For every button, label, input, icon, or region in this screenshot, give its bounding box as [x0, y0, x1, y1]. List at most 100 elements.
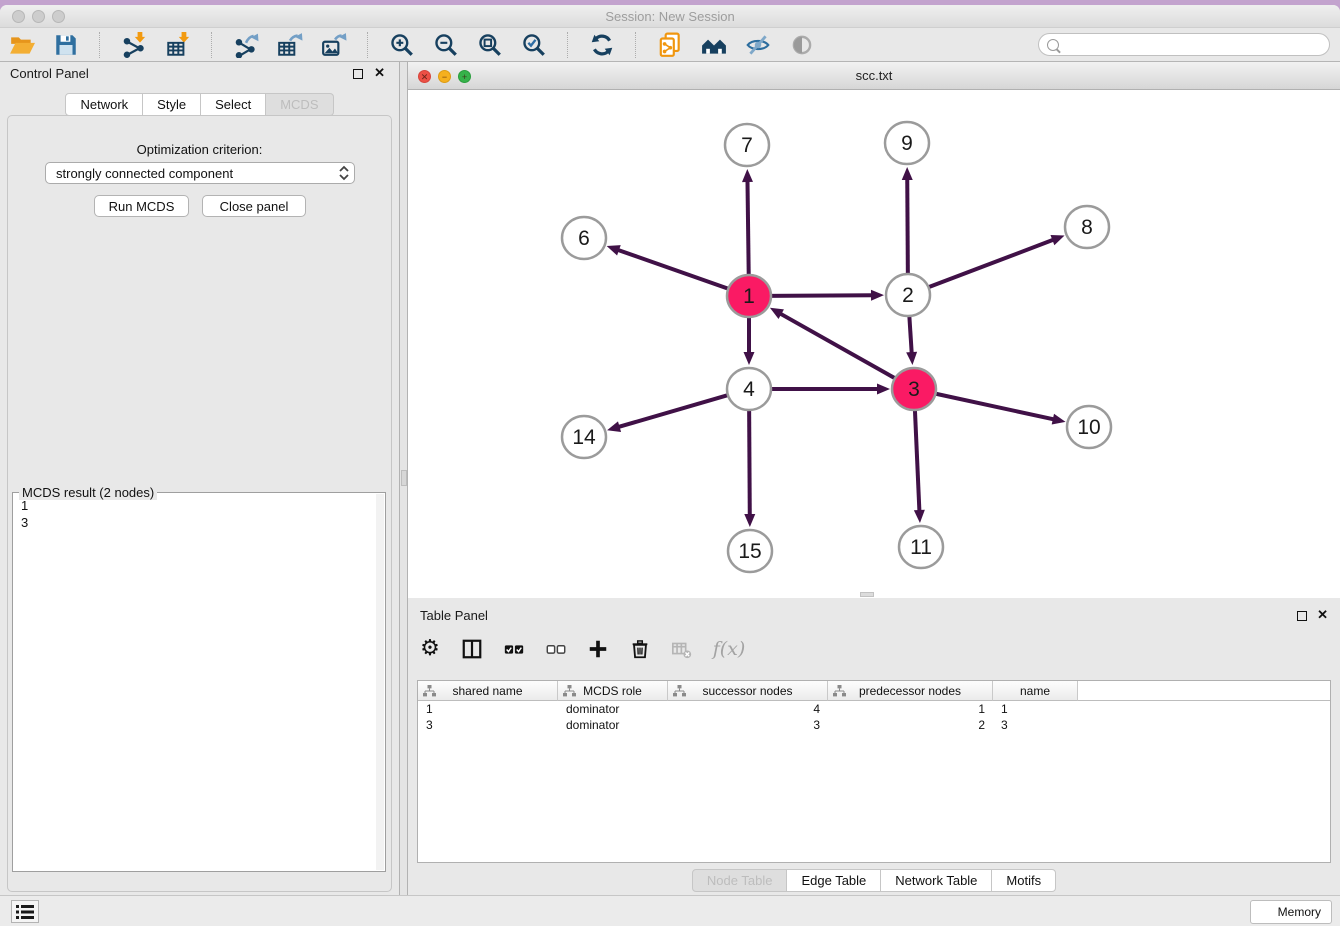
tab-network-table[interactable]: Network Table — [881, 869, 992, 892]
zoom-in-icon[interactable] — [388, 31, 415, 58]
control-panel: Control Panel ✕ Network Style Select MCD… — [0, 62, 400, 895]
cell-successor-nodes[interactable]: 3 — [668, 717, 828, 733]
graph-edge-2-3[interactable] — [906, 315, 917, 365]
graph-edge-3-10[interactable] — [934, 393, 1066, 424]
column-header-successor-nodes[interactable]: successor nodes — [668, 681, 828, 701]
graph-node-7[interactable]: 7 — [725, 124, 769, 166]
canvas-resize-grip[interactable] — [860, 592, 874, 597]
delete-table-icon — [670, 637, 694, 661]
cell-shared-name[interactable]: 1 — [418, 701, 558, 717]
zoom-fit-icon[interactable] — [476, 31, 503, 58]
tab-network[interactable]: Network — [65, 93, 143, 116]
graph-edge-1-6[interactable] — [607, 245, 730, 289]
column-header-predecessor-nodes[interactable]: predecessor nodes — [828, 681, 993, 701]
open-session-icon[interactable] — [8, 31, 35, 58]
close-panel-button[interactable]: Close panel — [202, 195, 306, 217]
tab-select[interactable]: Select — [201, 93, 266, 116]
cell-mcds-role[interactable]: dominator — [558, 701, 668, 717]
svg-text:15: 15 — [738, 540, 761, 563]
graph-node-15[interactable]: 15 — [728, 530, 772, 572]
zoom-selected-icon[interactable] — [520, 31, 547, 58]
clone-network-icon[interactable] — [656, 31, 683, 58]
graph-node-14[interactable]: 14 — [562, 416, 606, 458]
result-scrollbar[interactable] — [376, 494, 384, 870]
float-panel-icon[interactable] — [353, 69, 363, 79]
settings-icon[interactable]: ⚙ — [418, 637, 442, 661]
network-window: ✕ − + scc.txt 1234678910111415 — [408, 62, 1340, 602]
criterion-dropdown[interactable]: strongly connected component — [45, 162, 355, 184]
cell-successor-nodes[interactable]: 4 — [668, 701, 828, 717]
tab-style[interactable]: Style — [143, 93, 201, 116]
run-mcds-button[interactable]: Run MCDS — [94, 195, 189, 217]
export-table-icon[interactable] — [276, 31, 303, 58]
graph-edge-1-2[interactable] — [769, 290, 884, 301]
graph-node-11[interactable]: 11 — [899, 526, 943, 568]
unselect-all-icon[interactable] — [544, 637, 568, 661]
graph-node-3[interactable]: 3 — [892, 368, 936, 410]
graph-edge-1-7[interactable] — [742, 169, 753, 276]
graph-node-1[interactable]: 1 — [727, 275, 771, 317]
network-canvas[interactable]: 1 2 3 4 6 7 8 9 10 11 14 15 — [408, 90, 1340, 598]
select-all-icon[interactable] — [502, 637, 526, 661]
search-input[interactable] — [1064, 38, 1321, 52]
graph-edge-3-1[interactable] — [770, 308, 897, 379]
tab-node-table[interactable]: Node Table — [692, 869, 788, 892]
import-network-icon[interactable] — [120, 31, 147, 58]
cell-predecessor-nodes[interactable]: 2 — [828, 717, 993, 733]
import-table-icon[interactable] — [164, 31, 191, 58]
cell-name[interactable]: 1 — [993, 701, 1078, 717]
table-row[interactable]: 3 dominator 3 2 3 — [418, 717, 1330, 733]
memory-status-icon — [1261, 907, 1272, 918]
svg-text:2: 2 — [902, 284, 914, 307]
graph-node-4[interactable]: 4 — [727, 368, 771, 410]
export-image-icon[interactable] — [320, 31, 347, 58]
column-header-name[interactable]: name — [993, 681, 1078, 701]
graph-node-2[interactable]: 2 — [886, 274, 930, 316]
graph-edge-4-3[interactable] — [769, 384, 890, 395]
column-header-shared-name[interactable]: shared name — [418, 681, 558, 701]
panel-splitter[interactable] — [400, 62, 408, 895]
zoom-out-icon[interactable] — [432, 31, 459, 58]
graph-edge-4-15[interactable] — [744, 409, 755, 527]
save-session-icon[interactable] — [52, 31, 79, 58]
splitter-grip[interactable] — [401, 470, 407, 486]
mcds-result-line: 3 — [21, 514, 28, 531]
node-table: shared name MCDS role successor nodes pr… — [417, 680, 1331, 863]
close-panel-icon[interactable]: ✕ — [374, 66, 385, 80]
show-all-icon[interactable] — [788, 31, 815, 58]
table-row[interactable]: 1 dominator 4 1 1 — [418, 701, 1330, 717]
cell-shared-name[interactable]: 3 — [418, 717, 558, 733]
graph-edge-3-11[interactable] — [914, 409, 925, 523]
export-network-icon[interactable] — [232, 31, 259, 58]
stepper-icon — [338, 165, 350, 181]
cell-predecessor-nodes[interactable]: 1 — [828, 701, 993, 717]
cell-mcds-role[interactable]: dominator — [558, 717, 668, 733]
task-history-button[interactable] — [11, 900, 39, 923]
first-neighbors-icon[interactable] — [700, 31, 727, 58]
delete-row-icon[interactable] — [628, 637, 652, 661]
graph-edge-2-8[interactable] — [927, 235, 1065, 288]
tab-motifs[interactable]: Motifs — [992, 869, 1056, 892]
tree-icon — [673, 685, 686, 697]
hide-selected-icon[interactable] — [744, 31, 771, 58]
graph-node-10[interactable]: 10 — [1067, 406, 1111, 448]
add-row-icon[interactable] — [586, 637, 610, 661]
memory-button[interactable]: Memory — [1250, 900, 1332, 924]
graph-node-9[interactable]: 9 — [885, 122, 929, 164]
column-header-mcds-role[interactable]: MCDS role — [558, 681, 668, 701]
mcds-result-lines: 1 3 — [21, 497, 28, 531]
apply-layout-icon[interactable] — [588, 31, 615, 58]
graph-node-8[interactable]: 8 — [1065, 206, 1109, 248]
table-close-icon[interactable]: ✕ — [1317, 608, 1328, 622]
table-float-icon[interactable] — [1297, 611, 1307, 621]
column-label: name — [1020, 684, 1050, 698]
graph-edge-4-14[interactable] — [607, 395, 730, 432]
cell-name[interactable]: 3 — [993, 717, 1078, 733]
tab-mcds[interactable]: MCDS — [266, 93, 333, 116]
tab-edge-table[interactable]: Edge Table — [787, 869, 881, 892]
search-box[interactable] — [1038, 33, 1330, 56]
graph-edge-2-9[interactable] — [902, 167, 913, 275]
graph-node-6[interactable]: 6 — [562, 217, 606, 259]
graph-edge-1-4[interactable] — [744, 316, 755, 365]
split-view-icon[interactable] — [460, 637, 484, 661]
